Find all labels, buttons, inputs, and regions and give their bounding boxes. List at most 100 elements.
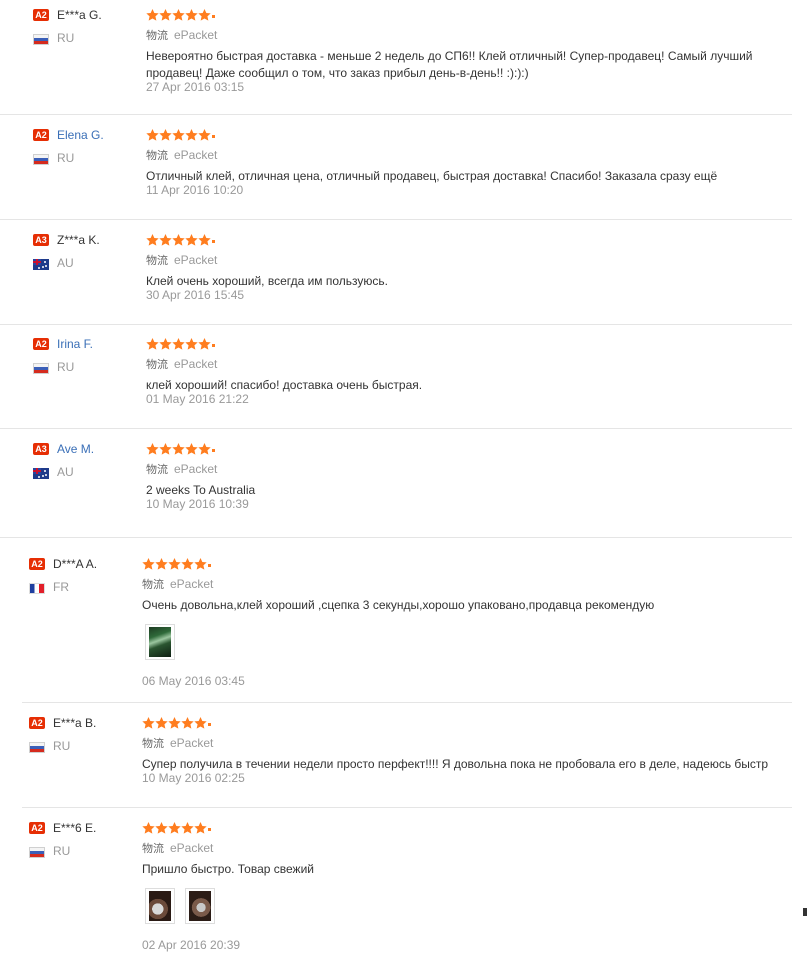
star-rating xyxy=(146,337,215,350)
shipping-method: ePacket xyxy=(170,577,214,591)
buyer-country: RU xyxy=(57,151,75,165)
review-item: A3 Ave M. AU 物流 ePacket 2 weeks To Australia 1… xyxy=(0,442,807,542)
star-rating xyxy=(146,233,215,246)
star-icon xyxy=(198,129,211,141)
rating-dot xyxy=(208,723,211,727)
review-photo-thumbnail[interactable] xyxy=(145,888,175,924)
shipping-label: 物流 xyxy=(146,29,168,42)
shipping-method: ePacket xyxy=(174,28,218,42)
review-divider xyxy=(0,219,792,220)
review-photo-thumbnail[interactable] xyxy=(145,624,175,660)
ru-flag-icon xyxy=(33,34,49,45)
review-divider xyxy=(22,807,792,808)
shipping-info: 物流 ePacket xyxy=(146,27,217,43)
review-text: Невероятно быстрая доставка - меньше 2 н… xyxy=(146,49,753,63)
star-icon xyxy=(168,717,181,729)
star-icon xyxy=(159,338,172,350)
review-divider xyxy=(22,702,792,703)
star-icon xyxy=(142,822,155,834)
buyer-level-badge: A2 xyxy=(33,129,49,141)
buyer-name: D***A A. xyxy=(53,557,98,571)
buyer-level-badge: A3 xyxy=(33,234,49,246)
review-item: A2 E***a G. RU 物流 ePacket Невероятно быстрая … xyxy=(0,8,807,108)
star-icon xyxy=(172,443,185,455)
star-icon xyxy=(146,129,159,141)
review-item: A2 Elena G. RU 物流 ePacket Отличный клей, отли… xyxy=(0,128,807,228)
review-item: A2 E***6 E. RU 物流 ePacket Пришло быстро. Това… xyxy=(0,821,807,952)
buyer-name[interactable]: Elena G. xyxy=(57,128,104,142)
buyer-name[interactable]: Ave M. xyxy=(57,442,94,456)
star-icon xyxy=(181,558,194,570)
star-icon xyxy=(198,338,211,350)
buyer-level-badge: A2 xyxy=(29,717,45,729)
star-icon xyxy=(198,234,211,246)
shipping-label: 物流 xyxy=(146,149,168,162)
rating-dot xyxy=(208,828,211,832)
shipping-label: 物流 xyxy=(146,254,168,267)
flag-star xyxy=(45,265,47,267)
star-icon xyxy=(159,129,172,141)
buyer-name[interactable]: Irina F. xyxy=(57,337,93,351)
buyer-level-badge: A2 xyxy=(29,822,45,834)
buyer-level-badge: A2 xyxy=(29,558,45,570)
review-date: 30 Apr 2016 15:45 xyxy=(146,288,245,302)
rating-dot xyxy=(212,135,215,139)
fr-flag-icon xyxy=(29,583,45,594)
flag-star xyxy=(42,266,44,268)
shipping-label: 物流 xyxy=(142,737,164,750)
review-date: 27 Apr 2016 03:15 xyxy=(146,80,245,94)
star-rating xyxy=(146,442,215,455)
review-date: 02 Apr 2016 20:39 xyxy=(142,938,241,952)
review-divider xyxy=(0,428,792,429)
star-rating xyxy=(142,557,211,570)
review-divider xyxy=(0,324,792,325)
star-icon xyxy=(185,234,198,246)
shipping-method: ePacket xyxy=(174,357,218,371)
review-text: Очень довольна,клей хороший ,сцепка 3 се… xyxy=(142,598,655,612)
star-icon xyxy=(172,338,185,350)
star-icon xyxy=(155,822,168,834)
star-icon xyxy=(194,558,207,570)
star-icon xyxy=(155,717,168,729)
star-icon xyxy=(159,9,172,21)
shipping-method: ePacket xyxy=(170,736,214,750)
shipping-info: 物流 ePacket xyxy=(146,461,217,477)
ru-flag-icon xyxy=(29,742,45,753)
star-rating xyxy=(146,128,215,141)
star-icon xyxy=(181,822,194,834)
shipping-info: 物流 ePacket xyxy=(142,735,213,751)
rating-dot xyxy=(212,240,215,244)
shipping-info: 物流 ePacket xyxy=(146,147,217,163)
shipping-info: 物流 ePacket xyxy=(146,252,217,268)
ru-flag-icon xyxy=(29,847,45,858)
star-icon xyxy=(146,9,159,21)
review-item: A2 D***A A. FR 物流 ePacket Очень довольна,клей… xyxy=(0,557,807,688)
shipping-method: ePacket xyxy=(174,148,218,162)
scrollbar[interactable] xyxy=(803,908,807,916)
star-icon xyxy=(194,717,207,729)
review-date: 11 Apr 2016 10:20 xyxy=(146,183,244,197)
star-icon xyxy=(168,822,181,834)
star-icon xyxy=(168,558,181,570)
ru-flag-icon xyxy=(33,363,49,374)
star-icon xyxy=(185,338,198,350)
review-item: A2 Irina F. RU 物流 ePacket клей хороший! спаси… xyxy=(0,337,807,437)
flag-star xyxy=(44,470,46,472)
star-rating xyxy=(142,716,211,729)
star-icon xyxy=(198,443,211,455)
union-jack-canton xyxy=(33,468,41,474)
shipping-label: 物流 xyxy=(142,842,164,855)
rating-dot xyxy=(212,449,215,453)
review-photo-thumbnail[interactable] xyxy=(185,888,215,924)
buyer-name: E***a G. xyxy=(57,8,102,22)
star-rating xyxy=(146,8,215,21)
review-text: Пришло быстро. Товар свежий xyxy=(142,862,314,876)
star-rating xyxy=(142,821,211,834)
review-photo xyxy=(149,627,171,657)
buyer-country: AU xyxy=(57,465,74,479)
shipping-label: 物流 xyxy=(142,578,164,591)
review-item: A2 E***a B. RU 物流 ePacket Супер получила в те… xyxy=(0,716,807,816)
flag-star xyxy=(38,267,40,269)
buyer-country: FR xyxy=(53,580,69,594)
au-flag-icon xyxy=(33,468,49,479)
